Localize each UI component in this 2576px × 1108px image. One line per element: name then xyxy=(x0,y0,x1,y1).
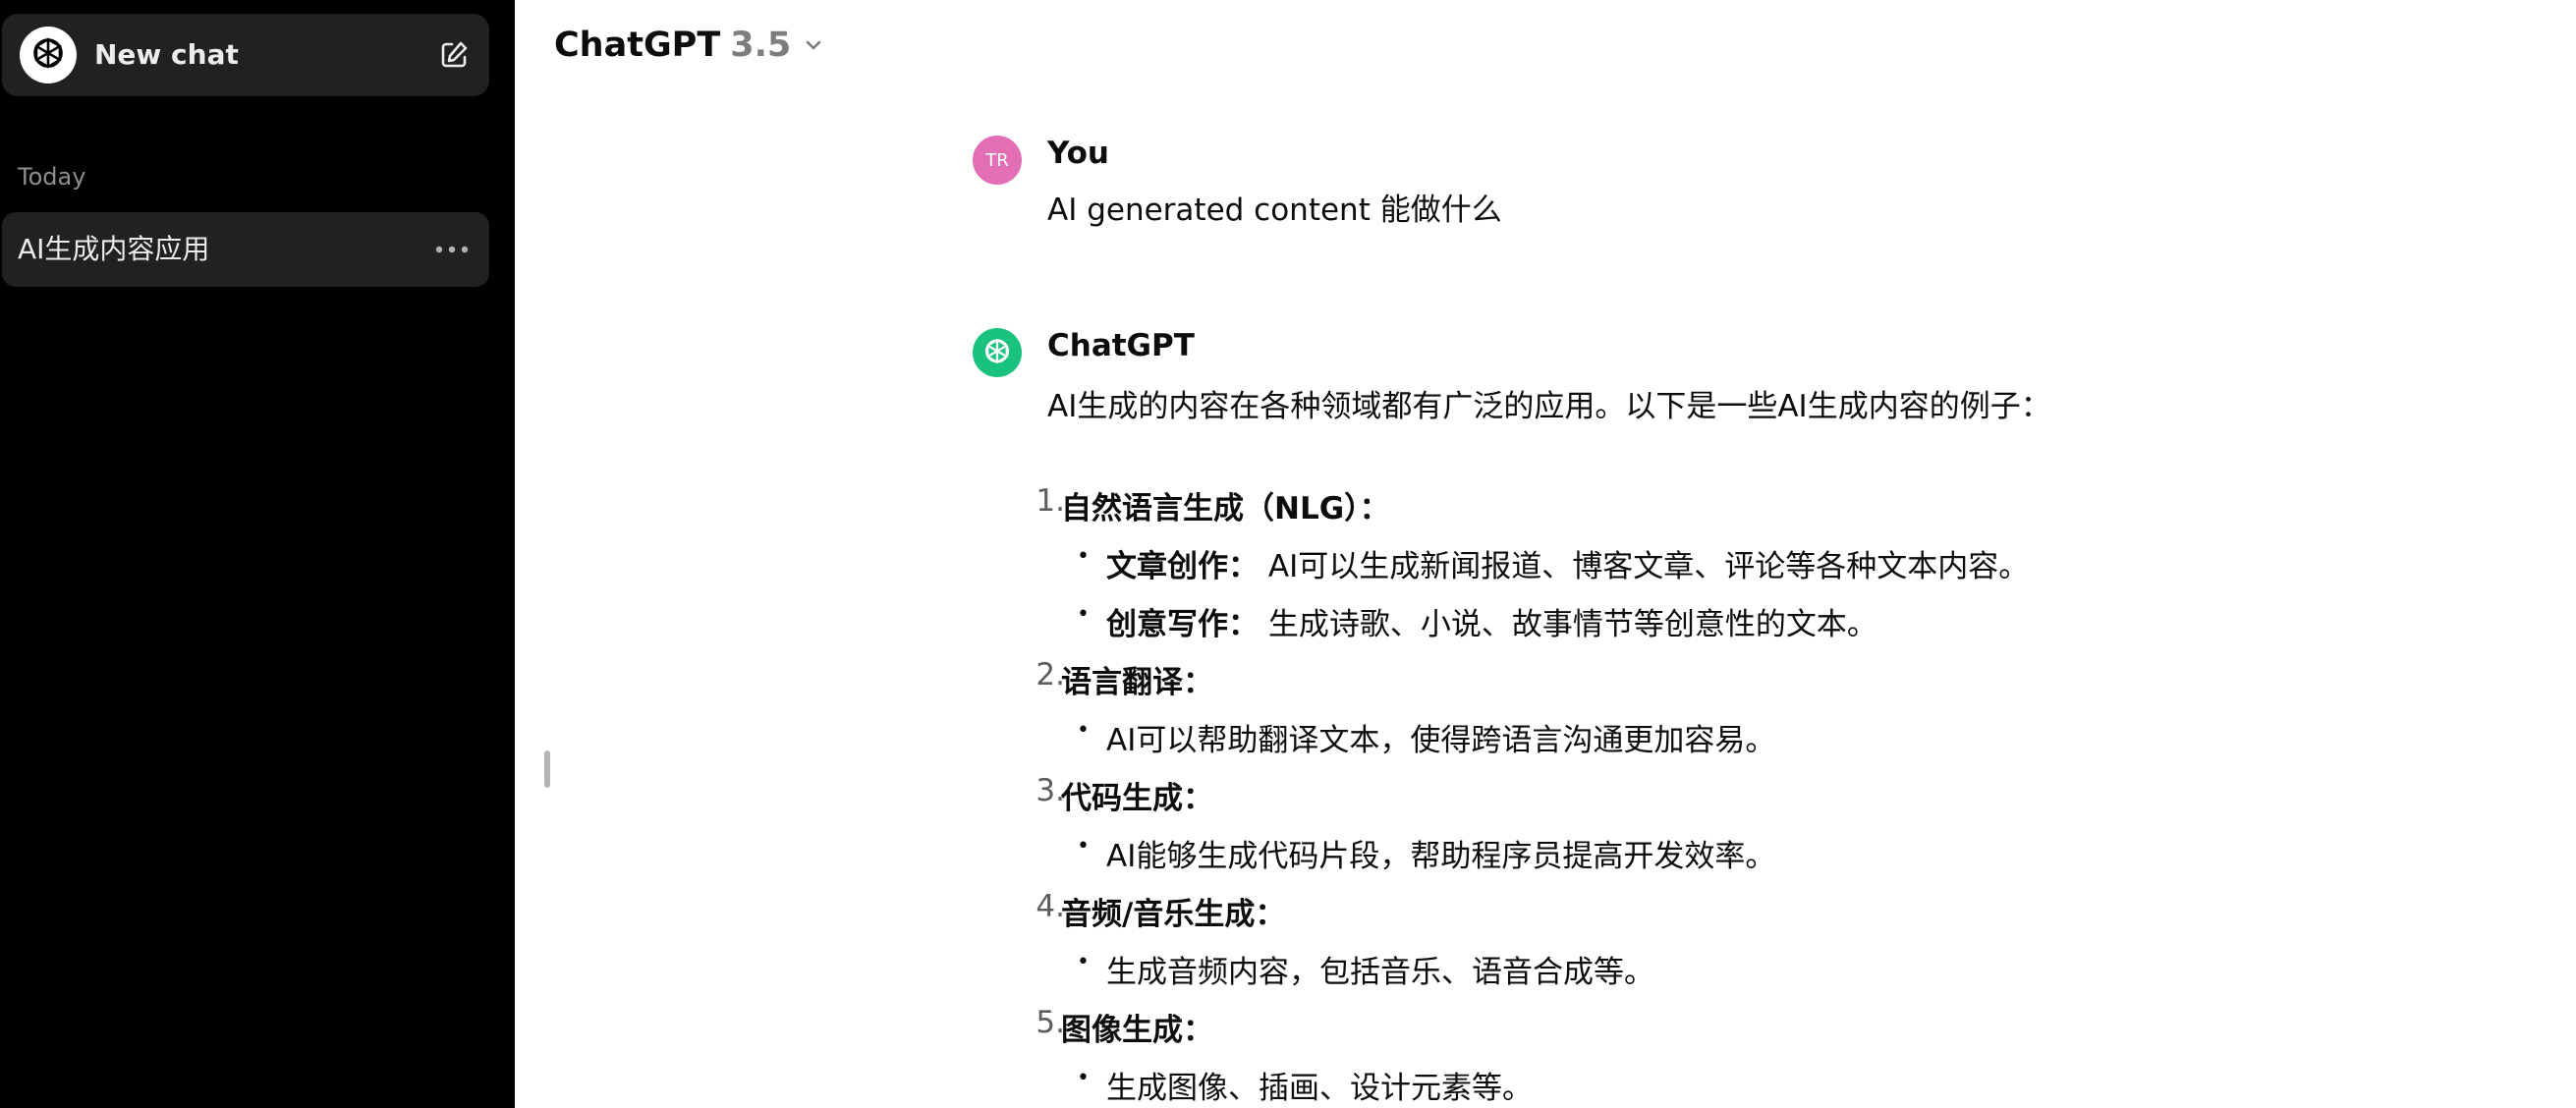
model-selector[interactable]: ChatGPT 3.5 xyxy=(554,18,824,73)
list-sub-item: AI能够生成代码片段，帮助程序员提高开发效率。 xyxy=(1106,839,1776,874)
bullet-icon: • xyxy=(1077,544,1090,569)
model-version: 3.5 xyxy=(730,26,792,65)
chevron-down-icon xyxy=(803,34,824,56)
list-sub-item: 生成图像、插画、设计元素等。 xyxy=(1106,1071,1533,1106)
bullet-icon: • xyxy=(1077,602,1090,627)
list-sub-item: 创意写作： 生成诗歌、小说、故事情节等创意性的文本。 xyxy=(1106,599,1877,643)
more-dots-icon[interactable] xyxy=(434,236,470,263)
list-sub-item: 文章创作： AI可以生成新闻报道、博客文章、评论等各种文本内容。 xyxy=(1106,541,2029,585)
list-number: 1. xyxy=(1036,483,1065,519)
sub-item-text: AI可以生成新闻报道、博客文章、评论等各种文本内容。 xyxy=(1267,549,2030,584)
sub-item-label: 创意写作： xyxy=(1106,607,1259,642)
list-number: 3. xyxy=(1036,773,1065,808)
sub-item-text: 生成诗歌、小说、故事情节等创意性的文本。 xyxy=(1267,607,1877,642)
list-number: 2. xyxy=(1036,657,1065,692)
list-sub-item: 生成音频内容，包括音乐、语音合成等。 xyxy=(1106,955,1654,990)
sidebar: New chat Today AI生成内容应用 xyxy=(0,0,515,1108)
bullet-icon: • xyxy=(1077,834,1090,859)
assistant-author-label: ChatGPT xyxy=(1047,328,1195,363)
bullet-icon: • xyxy=(1077,718,1090,743)
user-message-text: AI generated content 能做什么 xyxy=(1047,193,1502,228)
new-chat-label: New chat xyxy=(94,38,239,71)
list-number: 5. xyxy=(1036,1005,1065,1040)
list-sub-item: AI可以帮助翻译文本，使得跨语言沟通更加容易。 xyxy=(1106,723,1776,758)
list-item-title: 自然语言生成（NLG）： xyxy=(1061,491,1390,526)
assistant-intro-text: AI生成的内容在各种领域都有广泛的应用。以下是一些AI生成内容的例子： xyxy=(1047,389,2051,424)
main-chat-area: ChatGPT 3.5 TR You AI generated content … xyxy=(515,0,2576,1108)
sidebar-history-item[interactable]: AI生成内容应用 xyxy=(2,212,489,287)
new-chat-button[interactable]: New chat xyxy=(2,14,489,96)
sub-item-label: 文章创作： xyxy=(1106,549,1259,584)
edit-icon[interactable] xyxy=(436,37,472,73)
history-item-label: AI生成内容应用 xyxy=(18,233,210,265)
list-number: 4. xyxy=(1036,889,1065,924)
user-author-label: You xyxy=(1047,136,1109,171)
chatgpt-avatar-icon xyxy=(973,328,1022,377)
list-item-title: 语言翻译： xyxy=(1061,665,1213,700)
bullet-icon: • xyxy=(1077,950,1090,974)
model-name: ChatGPT xyxy=(554,26,721,65)
history-section-label: Today xyxy=(18,163,86,191)
list-item-title: 音频/音乐生成： xyxy=(1061,897,1286,932)
list-item-title: 图像生成： xyxy=(1061,1013,1213,1048)
list-item-title: 代码生成： xyxy=(1061,781,1213,816)
openai-logo-icon xyxy=(20,27,77,83)
user-avatar: TR xyxy=(973,136,1022,185)
bullet-icon: • xyxy=(1077,1066,1090,1090)
sidebar-resize-handle[interactable] xyxy=(544,750,550,788)
